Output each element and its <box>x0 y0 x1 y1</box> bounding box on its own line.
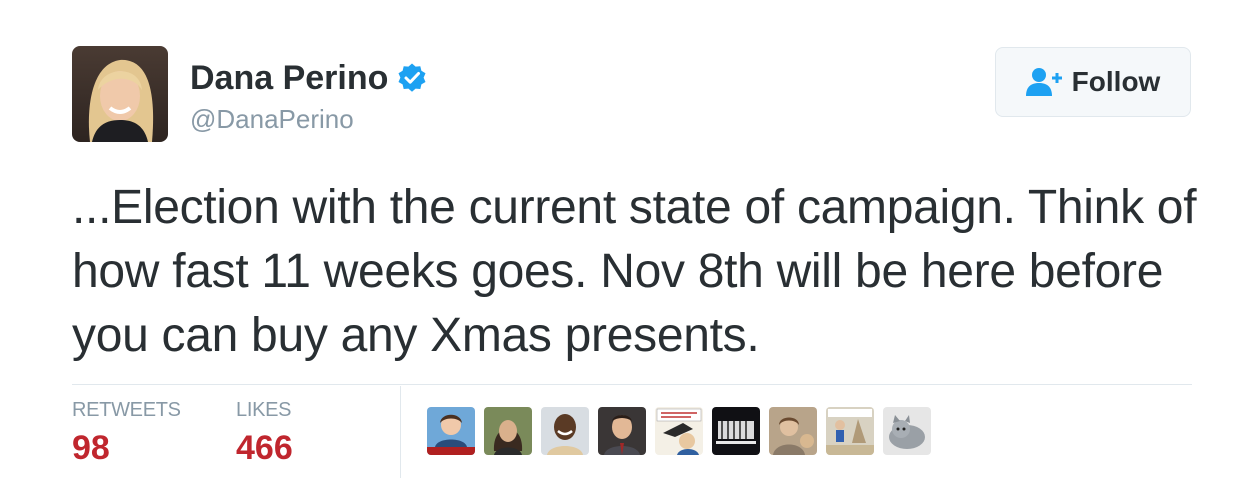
follow-button[interactable]: Follow <box>995 47 1191 117</box>
tweet-text: ...Election with the current state of ca… <box>72 181 1197 362</box>
user-handle[interactable]: @DanaPerino <box>190 104 354 134</box>
verified-badge-icon <box>398 63 426 92</box>
profile-photo-icon <box>72 46 168 142</box>
liker-avatar-5[interactable] <box>655 407 703 455</box>
liker-avatar-4-icon <box>598 407 646 455</box>
display-name-text[interactable]: Dana Perino <box>190 58 388 98</box>
liker-avatar-6-icon <box>712 407 760 455</box>
liker-avatar-2-icon <box>484 407 532 455</box>
likers-list <box>427 407 931 455</box>
liker-avatar-9-icon <box>883 407 931 455</box>
profile-avatar[interactable] <box>72 46 168 142</box>
liker-avatar-9[interactable] <box>883 407 931 455</box>
liker-avatar-3-icon <box>541 407 589 455</box>
liker-avatar-7[interactable] <box>769 407 817 455</box>
likes-count: 466 <box>236 429 293 467</box>
liker-avatar-7-icon <box>769 407 817 455</box>
liker-avatar-1-icon <box>427 407 475 455</box>
retweets-count: 98 <box>72 429 110 467</box>
liker-avatar-1[interactable] <box>427 407 475 455</box>
retweets-stat[interactable]: RETWEETS 98 <box>72 398 181 468</box>
likes-label: LIKES <box>236 399 292 421</box>
liker-avatar-2[interactable] <box>484 407 532 455</box>
stats-divider <box>72 384 1192 385</box>
retweets-label: RETWEETS <box>72 399 181 421</box>
likes-stat[interactable]: LIKES 466 <box>236 398 293 468</box>
add-user-icon <box>1025 68 1062 96</box>
liker-avatar-6[interactable] <box>712 407 760 455</box>
liker-avatar-8[interactable] <box>826 407 874 455</box>
liker-avatar-8-icon <box>826 407 874 455</box>
stats-vertical-divider <box>400 386 401 478</box>
liker-avatar-4[interactable] <box>598 407 646 455</box>
liker-avatar-3[interactable] <box>541 407 589 455</box>
liker-avatar-5-icon <box>655 407 703 455</box>
display-name[interactable]: Dana Perino <box>190 58 428 98</box>
follow-button-label: Follow <box>1071 66 1161 97</box>
